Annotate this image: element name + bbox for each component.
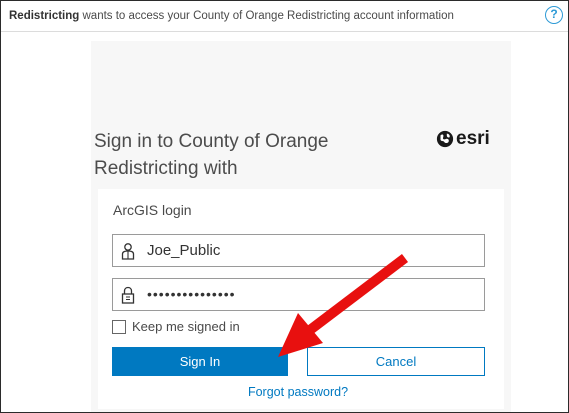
keep-signed-in-checkbox[interactable]: [112, 319, 126, 334]
password-value: •••••••••••••••: [147, 286, 236, 302]
keep-signed-in[interactable]: Keep me signed in: [112, 319, 240, 334]
forgot-password-link[interactable]: Forgot password?: [1, 385, 568, 399]
username-field[interactable]: Joe_Public: [112, 234, 485, 267]
signin-heading: Sign in to County of Orange Redistrictin…: [94, 131, 329, 179]
cancel-button[interactable]: Cancel: [307, 347, 485, 376]
username-value: Joe_Public: [147, 242, 221, 259]
keep-signed-in-label: Keep me signed in: [132, 319, 240, 334]
help-icon[interactable]: ?: [545, 6, 563, 24]
esri-brand-text: esri: [456, 128, 490, 149]
app-name: Redistricting: [9, 10, 80, 22]
sign-in-button[interactable]: Sign In: [112, 347, 288, 376]
user-icon: [121, 243, 135, 260]
consent-message: Redistricting wants to access your Count…: [9, 1, 454, 31]
globe-icon: [436, 130, 454, 148]
lock-icon: [121, 286, 135, 304]
browser-frame: Redistricting wants to access your Count…: [0, 0, 569, 413]
consent-text: wants to access your County of Orange Re…: [79, 10, 454, 22]
consent-bar: Redistricting wants to access your Count…: [1, 1, 568, 32]
login-card-title: ArcGIS login: [113, 202, 192, 218]
password-field[interactable]: •••••••••••••••: [112, 278, 485, 311]
esri-logo: esri: [436, 128, 490, 150]
